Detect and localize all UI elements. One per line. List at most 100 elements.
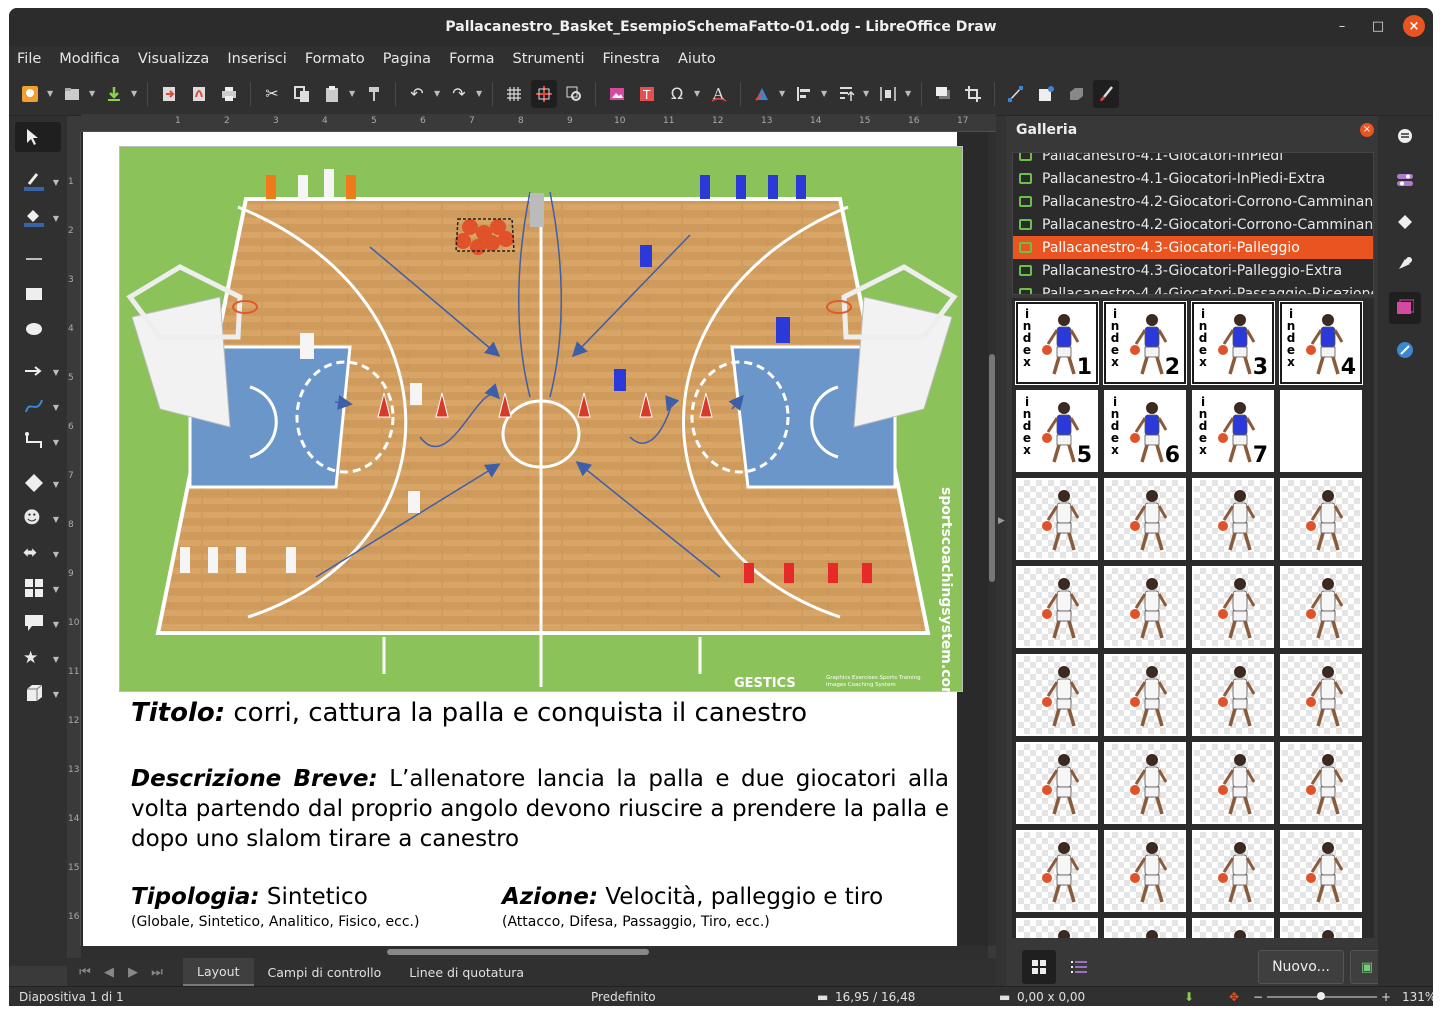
gallery-thumbnail-player[interactable] — [1016, 830, 1098, 912]
new-theme-button[interactable]: Nuovo... — [1258, 950, 1344, 984]
gallery-thumbnail-player[interactable] — [1280, 742, 1362, 824]
navigator-icon[interactable] — [1389, 248, 1421, 280]
align-icon[interactable] — [791, 80, 817, 108]
theme-item[interactable]: Pallacanestro-4.4-Giocatori-Passaggio-Ri… — [1013, 282, 1373, 294]
distribute-dropdown-icon[interactable]: ▼ — [905, 89, 913, 98]
clone-formatting-icon[interactable] — [361, 80, 387, 108]
vertical-scrollbar[interactable] — [988, 132, 996, 946]
special-character-dropdown-icon[interactable]: ▼ — [694, 89, 702, 98]
gallery-thumbnail-player[interactable] — [1192, 566, 1274, 648]
shapes-icon[interactable] — [1389, 206, 1421, 238]
document-saved-icon[interactable]: ⬇ — [1184, 990, 1194, 1004]
theme-item[interactable]: Pallacanestro-4.1-Giocatori-InPiedi — [1013, 153, 1373, 167]
block-arrows-icon[interactable]: ⬌ ▼ — [15, 538, 61, 568]
gallery-thumbnail-player[interactable] — [1280, 830, 1362, 912]
undo-dropdown-icon[interactable]: ▼ — [434, 89, 442, 98]
gallery-thumbnail-player[interactable] — [1016, 742, 1098, 824]
export-icon[interactable] — [156, 80, 182, 108]
gallery-thumbnail-player[interactable] — [1016, 478, 1098, 560]
copy-icon[interactable] — [289, 80, 315, 108]
gluepoints-icon[interactable] — [1033, 80, 1059, 108]
special-character-icon[interactable]: Ω — [664, 80, 690, 108]
gallery-theme-list[interactable]: Pallacanestro-4.1-Giocatori-InPiedi Pall… — [1012, 152, 1374, 295]
paste-dropdown-icon[interactable]: ▼ — [349, 89, 357, 98]
gallery-thumbnail-index[interactable]: index 5 — [1016, 390, 1098, 472]
theme-item[interactable]: Pallacanestro-4.3-Giocatori-Palleggio-Ex… — [1013, 259, 1373, 282]
zoom-level[interactable]: 131% — [1402, 990, 1433, 1004]
image-icon[interactable] — [604, 80, 630, 108]
transformations-dropdown-icon[interactable]: ▼ — [779, 89, 787, 98]
app-dropdown-icon[interactable]: ▼ — [47, 89, 55, 98]
horizontal-scrollbar[interactable] — [81, 946, 988, 958]
gallery-icon[interactable] — [1389, 292, 1421, 324]
gallery-thumbnail-index[interactable]: index 3 — [1191, 301, 1275, 385]
gallery-thumbnail-player[interactable] — [1192, 918, 1274, 938]
zoom-in-icon[interactable]: + — [1381, 990, 1391, 1004]
gallery-thumbnail-player[interactable] — [1104, 566, 1186, 648]
arrow-line-icon[interactable]: ▼ — [15, 356, 61, 386]
detail-view-button[interactable] — [1062, 950, 1096, 984]
fit-slide-icon[interactable]: ✥ — [1229, 990, 1239, 1004]
stars-icon[interactable]: ★ ▼ — [15, 643, 61, 673]
gallery-thumbnail-index[interactable]: index 1 — [1015, 301, 1099, 385]
gallery-thumbnail-player[interactable] — [1192, 742, 1274, 824]
save-dropdown-icon[interactable]: ▼ — [131, 89, 139, 98]
gallery-thumbnail-player[interactable] — [1192, 830, 1274, 912]
gallery-thumbnail-index[interactable]: index 2 — [1103, 301, 1187, 385]
maximize-button[interactable]: □ — [1367, 15, 1389, 37]
3d-objects-icon[interactable]: ▼ — [15, 678, 61, 708]
undo-icon[interactable]: ↶ — [404, 80, 430, 108]
vertical-ruler[interactable]: 1 2 3 4 5 6 7 8 9 10 11 12 13 14 15 16 — [67, 132, 81, 946]
extrusion-icon[interactable] — [1063, 80, 1089, 108]
first-page-button[interactable]: ⏮ — [73, 965, 97, 980]
align-dropdown-icon[interactable]: ▼ — [821, 89, 829, 98]
print-icon[interactable] — [216, 80, 242, 108]
theme-item[interactable]: Pallacanestro-4.2-Giocatori-Corrono-Camm… — [1013, 213, 1373, 236]
tab-linee-di-quotatura[interactable]: Linee di quotatura — [395, 958, 538, 986]
theme-item[interactable]: Pallacanestro-4.1-Giocatori-InPiedi-Extr… — [1013, 167, 1373, 190]
redo-dropdown-icon[interactable]: ▼ — [476, 89, 484, 98]
styles-icon[interactable] — [1389, 164, 1421, 196]
zoom-slider-knob[interactable] — [1317, 992, 1325, 1000]
grid-icon[interactable] — [501, 80, 527, 108]
gallery-thumbnail-player[interactable] — [1104, 742, 1186, 824]
flowchart-icon[interactable]: ▼ — [15, 573, 61, 603]
basic-shapes-icon[interactable]: ▼ — [15, 468, 61, 498]
gallery-thumbnail-player[interactable] — [1192, 654, 1274, 736]
tab-campi-di-controllo[interactable]: Campi di controllo — [254, 958, 396, 986]
callout-icon[interactable]: ▼ — [15, 608, 61, 638]
cut-icon[interactable]: ✂ — [259, 80, 285, 108]
theme-item[interactable]: Pallacanestro-4.2-Giocatori-Corrono-Camm… — [1013, 190, 1373, 213]
menu-strumenti[interactable]: Strumenti — [513, 51, 585, 67]
gallery-thumbnail-player[interactable] — [1280, 918, 1362, 938]
menu-inserisci[interactable]: Inserisci — [227, 51, 287, 67]
curve-icon[interactable]: ▼ — [15, 391, 61, 421]
properties-icon[interactable] — [1389, 120, 1421, 152]
gallery-thumbnail-player[interactable] — [1016, 566, 1098, 648]
menu-formato[interactable]: Formato — [305, 51, 365, 67]
horizontal-ruler[interactable]: 1 2 3 4 5 6 7 8 9 10 11 12 13 14 15 16 1… — [81, 114, 996, 132]
gallery-thumbnail-player[interactable] — [1104, 918, 1186, 938]
scrollbar-thumb[interactable] — [989, 354, 995, 582]
menu-forma[interactable]: Forma — [449, 51, 494, 67]
zoom-out-icon[interactable]: − — [1253, 990, 1263, 1004]
previous-page-button[interactable]: ◀ — [97, 965, 121, 980]
last-page-button[interactable]: ⏭ — [145, 965, 169, 980]
redo-icon[interactable]: ↷ — [446, 80, 472, 108]
arrange-dropdown-icon[interactable]: ▼ — [863, 89, 871, 98]
points-icon[interactable] — [1003, 80, 1029, 108]
menu-visualizza[interactable]: Visualizza — [138, 51, 209, 67]
open-icon[interactable] — [59, 80, 85, 108]
fill-color-icon[interactable]: ▼ — [15, 202, 61, 232]
gallery-thumbnail-index[interactable]: index 7 — [1192, 390, 1274, 472]
gallery-thumbnail-player[interactable] — [1192, 478, 1274, 560]
basketball-court-image[interactable]: GESTICS Graphics Exercises Sports Traini… — [119, 146, 963, 702]
fontwork-icon[interactable]: A — [706, 80, 732, 108]
minimize-button[interactable]: – — [1331, 15, 1353, 37]
menu-pagina[interactable]: Pagina — [383, 51, 431, 67]
export-pdf-icon[interactable] — [186, 80, 212, 108]
close-button[interactable]: × — [1403, 15, 1425, 37]
open-dropdown-icon[interactable]: ▼ — [89, 89, 97, 98]
menu-modifica[interactable]: Modifica — [59, 51, 120, 67]
sidebar-splitter[interactable]: ▶ — [996, 116, 1006, 986]
